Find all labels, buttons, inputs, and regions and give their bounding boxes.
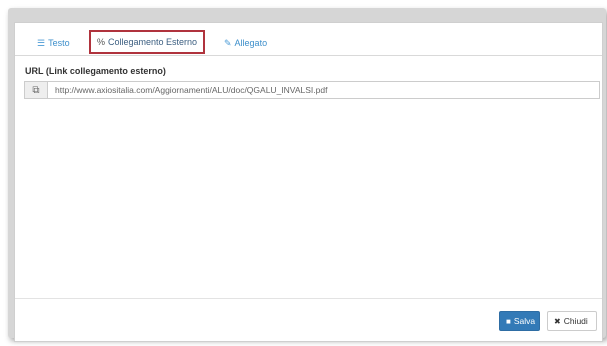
save-button-label: Salva: [513, 316, 536, 326]
tab-bar: ☰ Testo % Collegamento Esterno ✎ Allegat…: [15, 30, 602, 56]
paperclip-icon: ✎: [224, 38, 232, 48]
dialog-panel: ☰ Testo % Collegamento Esterno ✎ Allegat…: [14, 22, 603, 342]
floppy-disk-icon: ■: [506, 316, 511, 326]
url-input[interactable]: [48, 82, 599, 98]
text-align-icon: ☰: [37, 38, 46, 48]
tab-collegamento-esterno[interactable]: % Collegamento Esterno: [89, 30, 206, 54]
tab-testo[interactable]: ☰ Testo: [37, 32, 70, 54]
tab-testo-label: Testo: [48, 38, 70, 48]
tab-collegamento-esterno-label: Collegamento Esterno: [108, 37, 198, 47]
link-icon: %: [97, 37, 106, 47]
dialog-footer: ■ Salva ✖ Chiudi: [15, 298, 602, 341]
tab-allegato[interactable]: ✎ Allegato: [224, 32, 267, 54]
url-input-group: ⧉: [24, 81, 600, 99]
close-button[interactable]: ✖ Chiudi: [547, 311, 597, 331]
external-link-icon: ⧉: [25, 82, 48, 98]
close-button-label: Chiudi: [563, 316, 588, 326]
save-button[interactable]: ■ Salva: [499, 311, 540, 331]
tab-allegato-label: Allegato: [234, 38, 268, 48]
url-field-label: URL (Link collegamento esterno): [25, 66, 166, 76]
close-icon: ✖: [554, 316, 561, 326]
